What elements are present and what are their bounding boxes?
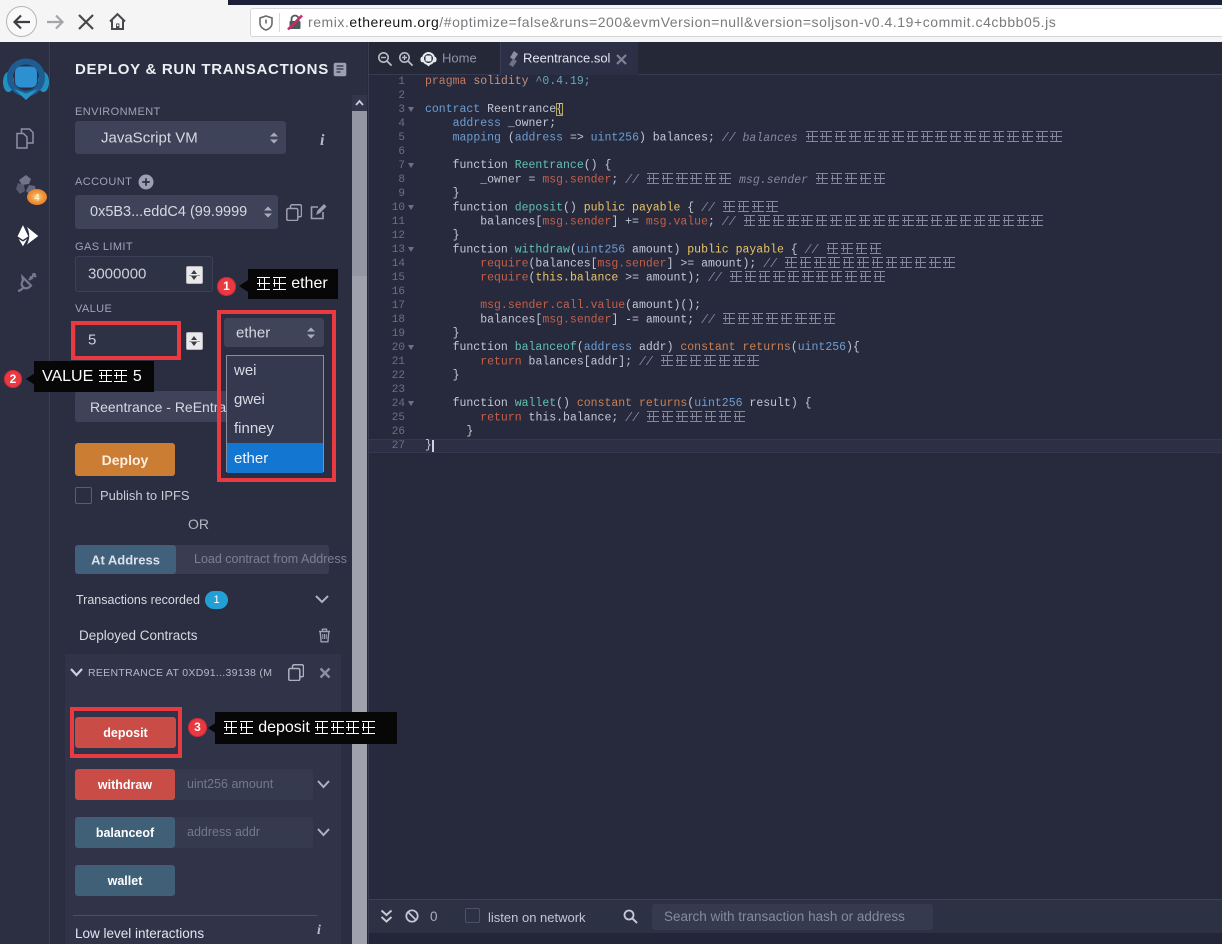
svg-text:4: 4 — [34, 193, 39, 203]
